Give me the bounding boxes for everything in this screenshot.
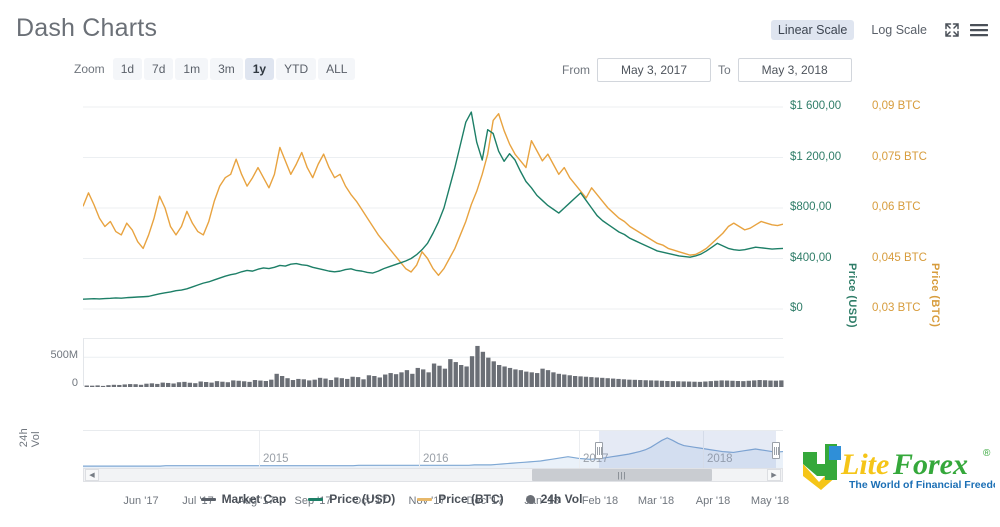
navigator-gridline <box>259 431 260 471</box>
legend-marker-line <box>200 497 216 501</box>
legend-item-price-btc[interactable]: Price (BTC) <box>417 492 504 506</box>
liteforex-logo: Lite Forex ® The World of Financial Free… <box>797 430 1000 494</box>
zoom-button-1m[interactable]: 1m <box>175 58 209 80</box>
zoom-button-all[interactable]: ALL <box>318 58 356 80</box>
chart-legend: Market Cap Price (USD) Price (BTC) 24h V… <box>0 492 783 506</box>
zoom-button-group: Zoom 1d 7d 1m 3m 1y YTD ALL <box>74 58 356 80</box>
volume-series-svg <box>84 345 784 387</box>
price-series-svg <box>82 106 784 310</box>
legend-marker-dot <box>525 494 535 504</box>
usd-axis-tick: $0 <box>790 302 803 314</box>
page-title: Dash Charts <box>16 14 158 42</box>
btc-axis-tick: 0,06 BTC <box>872 201 921 213</box>
volume-axis-title: 24h Vol <box>18 428 42 448</box>
scrollbar-track[interactable]: ||| <box>100 469 766 481</box>
navigator-left-handle[interactable] <box>595 442 603 459</box>
btc-axis-tick: 0,03 BTC <box>872 302 921 314</box>
legend-label: 24h Vol <box>540 492 583 506</box>
legend-marker-line <box>417 497 433 501</box>
logo-registered-mark: ® <box>983 448 991 459</box>
navigator[interactable]: 2015 2016 2017 2018 <box>83 430 783 471</box>
legend-label: Market Cap <box>221 492 287 506</box>
logo-mark <box>803 444 841 490</box>
navigator-gridline <box>579 431 580 471</box>
zoom-button-ytd[interactable]: YTD <box>276 58 317 80</box>
price-plot[interactable] <box>82 95 784 323</box>
log-scale-button[interactable]: Log Scale <box>864 20 934 40</box>
scroll-right-arrow-icon[interactable]: ▶ <box>767 469 781 481</box>
zoom-label: Zoom <box>74 62 105 76</box>
scale-controls: Linear Scale Log Scale <box>770 20 988 40</box>
navigator-year-label: 2016 <box>423 453 449 465</box>
zoom-button-3m[interactable]: 3m <box>210 58 243 80</box>
volume-axis-tick: 500M <box>50 349 78 362</box>
from-label: From <box>562 63 590 77</box>
navigator-gridline <box>419 431 420 471</box>
linear-scale-button[interactable]: Linear Scale <box>770 20 855 40</box>
to-label: To <box>718 63 731 77</box>
navigator-scrollbar[interactable]: ◀ ||| ▶ <box>83 468 783 482</box>
zoom-button-1y[interactable]: 1y <box>244 58 275 80</box>
btc-axis-tick: 0,075 BTC <box>872 150 927 163</box>
usd-axis-title: Price (USD) <box>846 263 858 328</box>
logo-tagline: The World of Financial Freedom <box>849 479 995 491</box>
scrollbar-thumb[interactable]: ||| <box>532 469 712 481</box>
date-range-controls: From To <box>562 58 852 82</box>
usd-axis-tick: $1 600,00 <box>790 100 842 112</box>
usd-axis-tick: $400,00 <box>790 251 832 264</box>
hamburger-menu-icon[interactable] <box>970 23 988 37</box>
logo-text-lite: Lite <box>840 448 889 481</box>
legend-item-24h-vol[interactable]: 24h Vol <box>525 492 583 506</box>
from-date-input[interactable] <box>597 58 711 82</box>
navigator-right-handle[interactable] <box>772 442 780 459</box>
fullscreen-icon[interactable] <box>944 22 960 38</box>
btc-axis-tick: 0,045 BTC <box>872 251 927 264</box>
legend-marker-line <box>308 497 324 501</box>
scrollbar-thumb-grip: ||| <box>617 470 627 480</box>
volume-plot[interactable] <box>83 338 784 387</box>
zoom-button-7d[interactable]: 7d <box>144 58 174 80</box>
navigator-year-label: 2015 <box>263 453 289 465</box>
usd-axis-tick: $1 200,00 <box>790 150 842 163</box>
legend-label: Price (USD) <box>329 492 396 506</box>
btc-axis-tick: 0,09 BTC <box>872 100 921 112</box>
btc-axis-title: Price (BTC) <box>929 263 941 328</box>
legend-label: Price (BTC) <box>438 492 504 506</box>
range-controls-row: Zoom 1d 7d 1m 3m 1y YTD ALL From To <box>0 58 1000 88</box>
usd-axis-tick: $800,00 <box>790 201 832 213</box>
logo-text-forex: Forex <box>892 448 968 481</box>
chart-area: $1 600,00 $1 200,00 Price (USD) Price (B… <box>0 95 1000 507</box>
scroll-left-arrow-icon[interactable]: ◀ <box>85 469 99 481</box>
legend-item-market-cap[interactable]: Market Cap <box>200 492 287 506</box>
legend-item-price-usd[interactable]: Price (USD) <box>308 492 395 506</box>
navigator-selection-range[interactable] <box>599 431 776 471</box>
zoom-button-1d[interactable]: 1d <box>112 58 143 80</box>
to-date-input[interactable] <box>737 58 852 82</box>
volume-axis-tick: 0 <box>71 377 78 389</box>
